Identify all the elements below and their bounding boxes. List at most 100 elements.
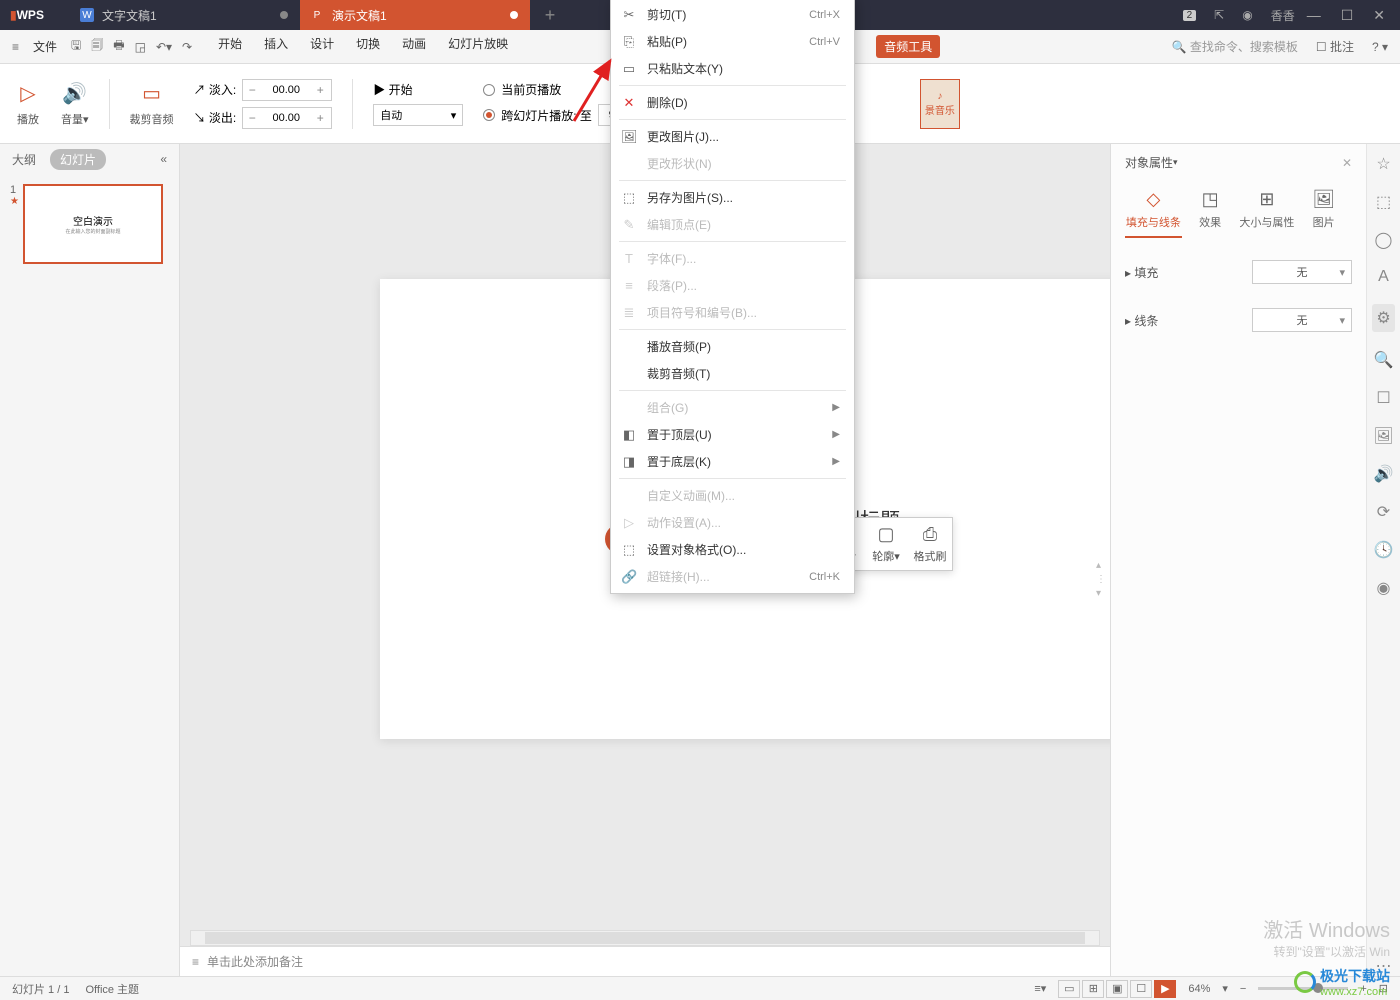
ctx-item[interactable]: ▭只粘贴文本(Y) [611,55,854,82]
ctx-item[interactable]: ◨置于底层(K)▶ [611,448,854,475]
volume-button[interactable]: 🔊音量▾ [61,81,89,127]
undo-icon[interactable]: ↶▾ [156,40,172,54]
view-notes-icon[interactable]: ☐ [1130,980,1152,998]
user-name[interactable]: 香香 [1271,7,1295,24]
ctx-item[interactable]: 🖼更改图片(J)... [611,123,854,150]
view-reading-icon[interactable]: ▣ [1106,980,1128,998]
redo-icon[interactable]: ↷ [182,40,192,54]
message-badge[interactable]: 2 [1183,10,1197,21]
slide-number: 1 [10,184,19,196]
ctx-item: 自定义动画(M)... [611,482,854,509]
add-tab-button[interactable]: + [530,0,570,30]
radio-cross-slide[interactable] [483,109,495,121]
help-button[interactable]: ? ▾ [1372,40,1388,54]
rp-tab-picture[interactable]: 🖼图片 [1295,183,1352,238]
tab-modified-dot [280,11,288,19]
ctx-item[interactable]: 播放音频(P) [611,333,854,360]
radio-current-page[interactable] [483,84,495,96]
rp-side-star-icon[interactable]: ☆ [1376,154,1390,174]
rp-side-text-icon[interactable]: A [1378,268,1389,286]
slide-count: 幻灯片 1 / 1 [12,981,69,997]
view-sorter-icon[interactable]: ⊞ [1082,980,1104,998]
ft-outline[interactable]: ▢轮廓▾ [864,518,908,570]
ft-format-painter[interactable]: ⎙格式刷 [908,518,952,570]
annotate-button[interactable]: ☐ 批注 [1316,38,1354,55]
horizontal-scrollbar[interactable] [190,930,1100,946]
close-window-button[interactable]: ✕ [1373,7,1385,24]
ctx-item[interactable]: ✕删除(D) [611,89,854,116]
rp-side-search-icon[interactable]: 🔍 [1374,350,1394,370]
rp-side-record-icon[interactable]: ◉ [1377,578,1391,598]
rp-side-history-icon[interactable]: 🕓 [1374,540,1394,560]
play-button[interactable]: ▷播放 [15,81,41,127]
search-box[interactable]: 🔍 查找命令、搜索模板 [1172,38,1298,55]
rp-side-clipboard-icon[interactable]: ☐ [1376,388,1390,408]
tab-transition[interactable]: 切换 [356,35,380,58]
tab-insert[interactable]: 插入 [264,35,288,58]
ctx-item[interactable]: 裁剪音频(T) [611,360,854,387]
tab-start[interactable]: 开始 [218,35,242,58]
view-normal-icon[interactable]: ▭ [1058,980,1080,998]
notes-toggle-icon[interactable]: ≡▾ [1034,982,1046,995]
ctx-item[interactable]: ✂剪切(T)Ctrl+X [611,1,854,28]
rp-fill-select[interactable]: 无 [1252,260,1352,284]
site-logo-icon [1294,971,1316,993]
crop-audio-button[interactable]: ▭裁剪音频 [130,81,174,127]
doc-tab-label: 文字文稿1 [102,7,157,24]
rp-line-select[interactable]: 无 [1252,308,1352,332]
start-select[interactable]: 自动▾ [373,104,463,126]
ctx-item[interactable]: ⎘粘贴(P)Ctrl+V [611,28,854,55]
preview-icon[interactable]: ◲ [135,40,146,54]
app-center-icon[interactable]: ⇱ [1214,8,1224,22]
tab-audio-tools[interactable]: 音频工具 [876,35,940,58]
ctx-item[interactable]: ⬚另存为图片(S)... [611,184,854,211]
slide-indicator-icon: ★ [10,196,19,207]
view-slideshow-icon[interactable]: ▶ [1154,980,1176,998]
site-watermark: 极光下载站 www.xz7.com [1294,966,1390,998]
maximize-button[interactable]: ☐ [1341,7,1354,24]
ctx-item[interactable]: ◧置于顶层(U)▶ [611,421,854,448]
slides-tab[interactable]: 幻灯片 [50,149,106,170]
rp-tab-size[interactable]: ⊞大小与属性 [1239,183,1296,238]
rp-title: 对象属性▾ ✕ [1125,154,1352,171]
user-avatar-icon[interactable]: ◉ [1242,8,1252,22]
ctx-item: 更改形状(N) [611,150,854,177]
zoom-out[interactable]: − [1240,983,1246,995]
menu-icon[interactable]: ≡ [12,40,19,54]
radio-current-label: 当前页播放 [501,81,561,98]
rp-side-template-icon[interactable]: ⬚ [1376,192,1391,212]
rp-side-shape-icon[interactable]: ◯ [1375,230,1393,250]
rp-side-sound-icon[interactable]: 🔊 [1374,464,1394,484]
ctx-item: ≡段落(P)... [611,272,854,299]
tab-animation[interactable]: 动画 [402,35,426,58]
save-icon[interactable]: 🖫 [71,36,81,57]
zoom-value[interactable]: 64% [1188,983,1210,995]
fade-out-input[interactable]: −+ [242,107,332,129]
rp-side-image-icon[interactable]: 🖼 [1373,426,1393,446]
rp-fill-row[interactable]: ▸ 填充 无 [1125,248,1352,296]
save-as-icon[interactable]: 🗐 [91,36,103,57]
radio-cross-label: 跨幻灯片播放: 至 [501,107,592,124]
vscroll-indicator: ▴⋮▾ [1096,560,1106,599]
collapse-panel-icon[interactable]: « [160,152,167,166]
print-icon[interactable]: 🖶 [113,36,124,57]
rp-tab-effects[interactable]: ◳效果 [1182,183,1239,238]
tab-slideshow[interactable]: 幻灯片放映 [448,35,508,58]
ctx-item[interactable]: ⬚设置对象格式(O)... [611,536,854,563]
file-menu[interactable]: 文件 [23,34,67,59]
bg-music-button[interactable]: ♪景音乐 [920,79,960,129]
rp-line-row[interactable]: ▸ 线条 无 [1125,296,1352,344]
rp-side-sync-icon[interactable]: ⟳ [1377,502,1390,522]
doc-tab-presentation[interactable]: P 演示文稿1 [300,0,530,30]
doc-tab-text[interactable]: W 文字文稿1 [70,0,300,30]
outline-tab[interactable]: 大纲 [12,151,36,168]
rp-side-settings-icon[interactable]: ⚙ [1372,304,1394,332]
start-label: ▶ 开始 [373,81,412,98]
rp-tab-fill-line[interactable]: ◇填充与线条 [1125,183,1182,238]
minimize-button[interactable]: — [1307,7,1321,23]
rp-close-button[interactable]: ✕ [1342,156,1352,170]
slide-thumbnail[interactable]: 空白演示 在此输入您的封面副标题 [23,184,163,264]
fade-in-input[interactable]: −+ [242,79,332,101]
tab-design[interactable]: 设计 [310,35,334,58]
notes-pane[interactable]: ≡ 单击此处添加备注 [180,946,1110,976]
